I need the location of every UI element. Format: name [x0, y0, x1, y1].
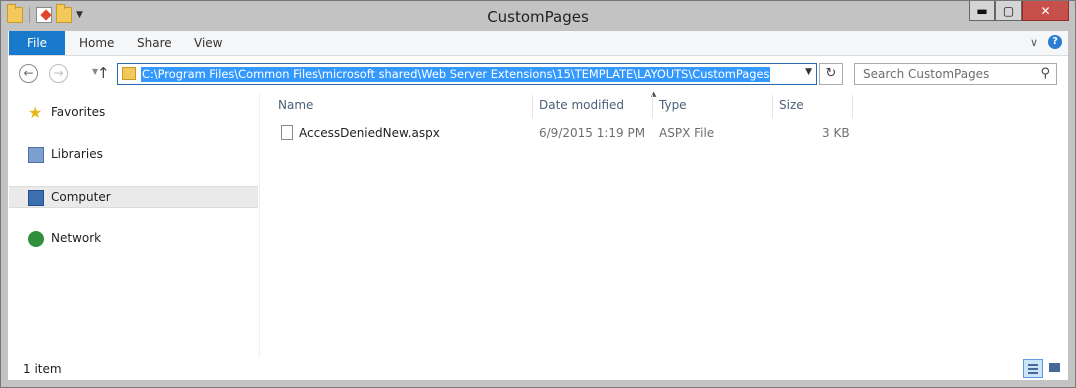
computer-icon	[28, 190, 44, 206]
file-row[interactable]: AccessDeniedNew.aspx 6/9/2015 1:19 PM AS…	[260, 123, 860, 145]
address-path[interactable]: C:\Program Files\Common Files\microsoft …	[141, 67, 771, 82]
file-list: ▲ Name Date modified Type Size AccessDen…	[260, 90, 1068, 357]
back-icon[interactable]: ←	[19, 64, 38, 83]
tab-file[interactable]: File	[9, 31, 65, 55]
tab-view[interactable]: View	[194, 31, 222, 55]
status-bar: 1 item	[8, 357, 1068, 380]
search-icon[interactable]: ⚲	[1040, 66, 1050, 81]
nav-item-libraries[interactable]: Libraries	[9, 144, 258, 166]
item-count: 1 item	[23, 362, 62, 376]
help-icon[interactable]: ?	[1048, 35, 1062, 49]
file-name: AccessDeniedNew.aspx	[299, 126, 440, 140]
address-bar[interactable]: C:\Program Files\Common Files\microsoft …	[117, 63, 817, 85]
forward-icon[interactable]: →	[49, 64, 68, 83]
window-controls: ▬ ▢ ✕	[969, 1, 1069, 21]
large-icons-view-icon[interactable]	[1045, 359, 1065, 378]
ribbon-controls: ∨ ?	[1030, 35, 1062, 49]
nav-item-label: Favorites	[51, 105, 106, 119]
file-type: ASPX File	[659, 126, 715, 140]
window-title: CustomPages	[487, 8, 589, 26]
column-header-name[interactable]: Name	[261, 95, 533, 118]
tab-home[interactable]: Home	[79, 31, 114, 55]
file-size: 3 KB	[822, 126, 850, 140]
network-icon	[28, 231, 44, 247]
search-input[interactable]	[855, 64, 1035, 84]
tab-share[interactable]: Share	[137, 31, 172, 55]
address-dropdown-icon[interactable]: ▼	[805, 67, 812, 77]
nav-item-favorites[interactable]: ★ Favorites	[9, 102, 258, 124]
column-header-size[interactable]: Size	[773, 95, 853, 118]
details-view-icon[interactable]	[1023, 359, 1043, 378]
navigation-pane: ★ Favorites Libraries Computer Network	[8, 92, 260, 357]
explorer-window: ▼ CustomPages ▬ ▢ ✕ File Home Share View…	[0, 0, 1076, 388]
file-icon	[281, 125, 293, 140]
libraries-icon	[28, 147, 44, 163]
search-box[interactable]: ⚲	[854, 63, 1057, 85]
star-icon: ★	[28, 103, 43, 122]
minimize-button[interactable]: ▬	[969, 1, 995, 21]
ribbon-tabs: File Home Share View ∨ ?	[8, 31, 1068, 56]
navigation-bar: ← → ▼ ↑ C:\Program Files\Common Files\mi…	[8, 56, 1068, 92]
folder-icon	[122, 67, 136, 80]
file-date: 6/9/2015 1:19 PM	[539, 126, 646, 140]
nav-item-label: Network	[51, 231, 102, 245]
maximize-button[interactable]: ▢	[995, 1, 1022, 21]
title-bar[interactable]: ▼ CustomPages ▬ ▢ ✕	[1, 1, 1075, 31]
close-button[interactable]: ✕	[1022, 1, 1069, 21]
nav-item-label: Libraries	[51, 147, 103, 161]
content-area: ★ Favorites Libraries Computer Network ▲…	[8, 90, 1068, 357]
refresh-icon[interactable]: ↻	[819, 63, 843, 85]
column-header-type[interactable]: Type	[653, 95, 773, 118]
nav-item-label: Computer	[51, 190, 111, 204]
nav-item-network[interactable]: Network	[9, 228, 258, 250]
up-icon[interactable]: ↑	[97, 64, 110, 82]
expand-ribbon-icon[interactable]: ∨	[1030, 36, 1038, 49]
nav-item-computer[interactable]: Computer	[9, 186, 258, 208]
column-header-date[interactable]: Date modified	[533, 95, 653, 118]
